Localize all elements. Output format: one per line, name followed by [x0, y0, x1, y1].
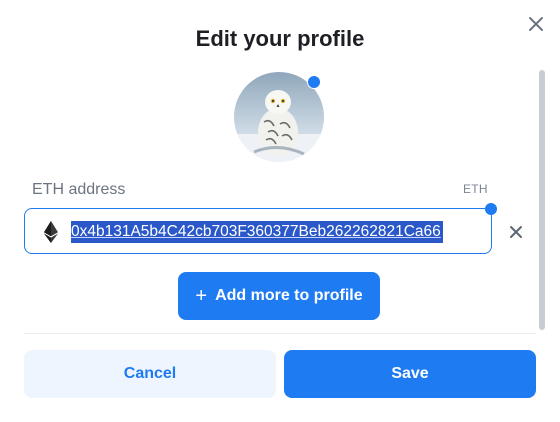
ethereum-icon	[44, 221, 58, 243]
eth-tag: ETH	[463, 182, 488, 196]
add-more-button[interactable]: + Add more to profile	[178, 272, 380, 320]
add-more-label: Add more to profile	[215, 287, 363, 304]
cancel-button[interactable]: Cancel	[24, 350, 276, 398]
plus-icon: +	[195, 285, 208, 307]
modal-title: Edit your profile	[195, 26, 365, 51]
avatar-edit-indicator[interactable]	[307, 75, 321, 89]
remove-field-icon[interactable]	[509, 225, 523, 239]
eth-address-value[interactable]: 0x4b131A5b4C42cb703F360377Beb262262821Ca…	[71, 221, 443, 243]
eth-address-label: ETH address	[32, 181, 126, 198]
edit-profile-modal: Edit your profile ETH address ETH 0x4b13…	[0, 0, 560, 422]
divider	[24, 333, 536, 334]
scrollbar[interactable]	[539, 70, 545, 330]
input-indicator	[485, 203, 497, 215]
save-button[interactable]: Save	[284, 350, 536, 398]
